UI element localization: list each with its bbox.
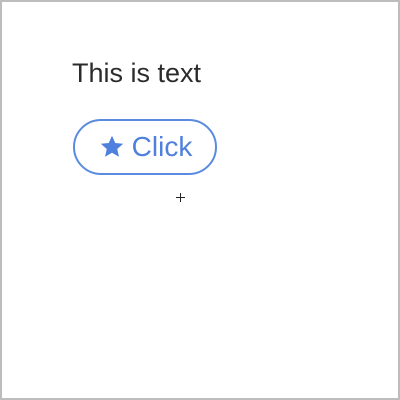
- crosshair-cursor-icon: [176, 193, 185, 202]
- static-text: This is text: [72, 58, 202, 88]
- crosshair-vertical: [180, 193, 181, 202]
- click-button-label: Click: [131, 131, 193, 162]
- click-button[interactable]: Click: [73, 119, 217, 175]
- window-frame: This is text Click: [0, 0, 400, 400]
- star-icon: [98, 133, 126, 161]
